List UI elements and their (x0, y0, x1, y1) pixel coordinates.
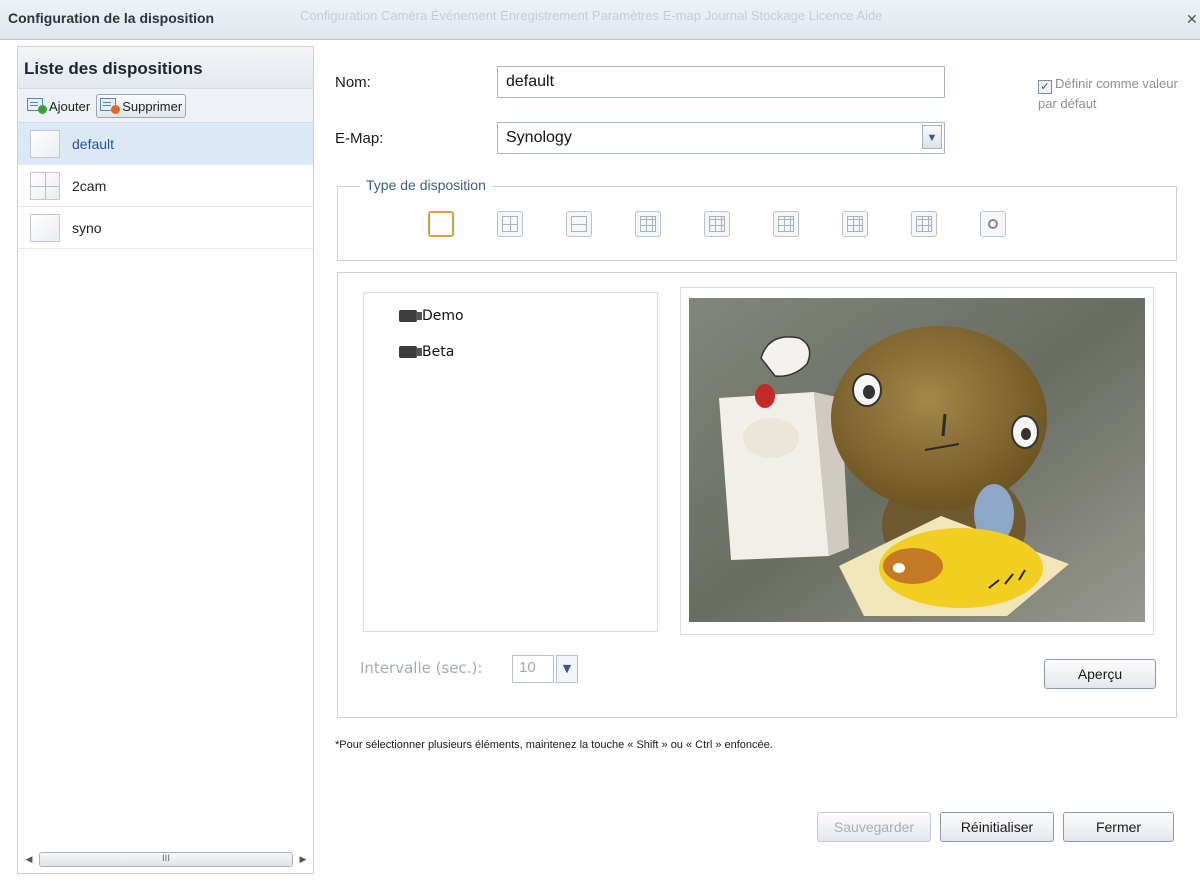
delete-layout-button[interactable]: Supprimer (96, 94, 187, 118)
horizontal-scrollbar[interactable]: ◀ III ▶ (21, 851, 311, 868)
layout-1x1-icon[interactable] (428, 211, 454, 237)
default-checkbox[interactable]: ✓ Définir comme valeur par défaut (1038, 74, 1188, 114)
camera-icon (399, 346, 422, 358)
title-bar: Configuration Caméra Événement Enregistr… (0, 0, 1200, 40)
layout-sequence-icon[interactable] (980, 211, 1006, 237)
multi-select-note: *Pour sélectionner plusieurs éléments, m… (335, 739, 773, 751)
add-layout-button[interactable]: Ajouter (24, 94, 93, 118)
layout-list-toolbar: Ajouter Supprimer (18, 89, 313, 123)
layout-1-plus-7-icon[interactable] (842, 211, 868, 237)
delete-layout-label: Supprimer (122, 98, 183, 114)
name-label: Nom: (335, 74, 371, 91)
camera-tree: Demo Beta (363, 292, 658, 632)
layout-item-label: default (72, 135, 115, 152)
layout-item-default[interactable]: default (18, 123, 313, 165)
scroll-right-icon[interactable]: ▶ (295, 855, 311, 865)
emap-label: E-Map: (335, 130, 384, 147)
save-button-label: Sauvegarder (833, 819, 915, 835)
layout-item-label: 2cam (72, 177, 107, 194)
scrollbar-thumb[interactable]: III (39, 852, 293, 867)
dialog-title: Configuration de la disposition (8, 10, 215, 26)
interval-select[interactable]: 10 (512, 655, 554, 683)
layout-list-panel: Liste des dispositions Ajouter Supprimer… (17, 46, 314, 874)
camera-icon (399, 310, 422, 322)
layout-item-label: syno (72, 219, 102, 236)
background-menu-text: Configuration Caméra Événement Enregistr… (300, 8, 883, 23)
emap-select[interactable]: Synology ▼ (497, 122, 945, 154)
camera-snapshot-image (689, 298, 1145, 622)
add-icon (27, 98, 47, 114)
default-checkbox-label: Définir comme valeur par défaut (1038, 76, 1178, 111)
camera-item-label: Beta (422, 344, 455, 360)
single-layout-thumbnail-icon (30, 213, 60, 242)
grid-layout-thumbnail-icon (30, 171, 60, 200)
checkbox-checked-icon[interactable]: ✓ (1038, 80, 1052, 94)
camera-preview-frame (680, 287, 1154, 635)
reset-button-label: Réinitialiser (960, 819, 1034, 835)
layout-1-plus-12-icon[interactable] (773, 211, 799, 237)
chevron-down-icon[interactable]: ▼ (922, 125, 942, 149)
chevron-down-icon[interactable]: ▼ (556, 655, 578, 683)
name-input-value: default (506, 73, 555, 90)
layout-type-options (428, 211, 1049, 237)
save-button[interactable]: Sauvegarder (817, 812, 931, 842)
close-button[interactable]: Fermer (1063, 812, 1174, 842)
reset-button[interactable]: Réinitialiser (940, 812, 1054, 842)
close-button-label: Fermer (1095, 819, 1142, 835)
layout-item-syno[interactable]: syno (18, 207, 313, 249)
layout-4x4-icon[interactable] (911, 211, 937, 237)
layout-type-group: Type de disposition (337, 177, 1177, 261)
camera-item-demo[interactable]: Demo (399, 308, 464, 324)
layout-type-legend: Type de disposition (360, 177, 492, 193)
name-input[interactable]: default (497, 66, 945, 98)
delete-icon (100, 98, 121, 114)
layout-item-2cam[interactable]: 2cam (18, 165, 313, 207)
interval-value: 10 (519, 659, 536, 676)
layout-2x2-icon[interactable] (497, 211, 523, 237)
camera-item-label: Demo (422, 308, 464, 324)
emap-select-value: Synology (506, 129, 572, 146)
scroll-left-icon[interactable]: ◀ (21, 855, 37, 865)
close-icon[interactable]: ✕ (1186, 12, 1200, 28)
layout-list-heading: Liste des dispositions (18, 47, 313, 89)
preview-panel: Demo Beta Intervalle (sec.): 10 ▼ Aperçu (337, 272, 1177, 718)
camera-item-beta[interactable]: Beta (399, 344, 454, 360)
preview-button-label: Aperçu (1077, 666, 1123, 682)
layout-1-plus-3-icon[interactable] (566, 211, 592, 237)
add-layout-label: Ajouter (49, 98, 91, 114)
interval-label: Intervalle (sec.): (360, 659, 483, 677)
layout-1-plus-5-icon[interactable] (704, 211, 730, 237)
layout-3x3-icon[interactable] (635, 211, 661, 237)
single-layout-thumbnail-icon (30, 129, 60, 158)
preview-button[interactable]: Aperçu (1044, 659, 1156, 689)
